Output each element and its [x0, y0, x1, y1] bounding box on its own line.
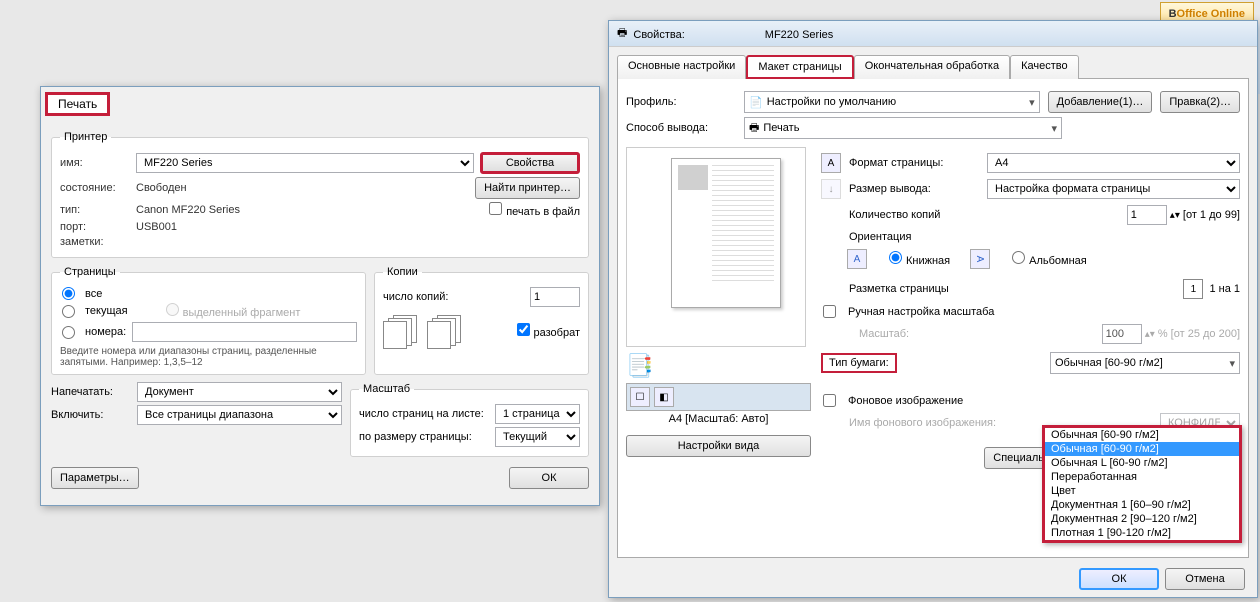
- orientation-portrait[interactable]: [889, 251, 902, 264]
- pages-all-radio[interactable]: [62, 287, 75, 300]
- pages-group: Страницы все текущая выделенный фрагмент…: [51, 266, 366, 375]
- output-size-select[interactable]: Настройка формата страницы: [987, 179, 1240, 199]
- document-icon: 📄: [749, 96, 763, 109]
- paper-option[interactable]: Обычная L [60-90 г/м2]: [1045, 456, 1239, 470]
- properties-titlebar: 🖶 Свойства: MF220 Series: [609, 21, 1257, 47]
- print-to-file-checkbox[interactable]: [489, 202, 502, 215]
- manual-scale-checkbox[interactable]: [823, 305, 836, 318]
- printer-icon: 🖶: [617, 24, 627, 43]
- copies-input[interactable]: [530, 287, 580, 307]
- include-select[interactable]: Все страницы диапазона: [137, 405, 342, 425]
- fit-to-page[interactable]: Текущий: [495, 427, 580, 447]
- props-cancel-button[interactable]: Отмена: [1165, 568, 1245, 590]
- properties-button[interactable]: Свойства: [480, 152, 580, 174]
- pages-numbers-radio[interactable]: [62, 326, 75, 339]
- portrait-icon: A: [847, 249, 867, 269]
- page-preview: [626, 147, 806, 347]
- pages-per-sheet[interactable]: 1 страница: [495, 404, 580, 424]
- tab-quality[interactable]: Качество: [1010, 55, 1079, 79]
- edit-profile-button[interactable]: Правка(2)…: [1160, 91, 1240, 113]
- paper-option[interactable]: Переработанная: [1045, 470, 1239, 484]
- print-dialog: Принтер имя: MF220 Series Свойства состо…: [40, 86, 600, 506]
- tab-page-layout[interactable]: Макет страницы: [746, 55, 853, 79]
- collate-icon-2: [427, 315, 465, 347]
- view-settings-button[interactable]: Настройки вида: [626, 435, 811, 457]
- page-stack-icon: 📑: [626, 353, 653, 379]
- output-method-select[interactable]: 🖶 Печать▾: [744, 117, 1062, 139]
- paper-option[interactable]: Документная 2 [90–120 г/м2]: [1045, 512, 1239, 526]
- printer-name-select[interactable]: MF220 Series: [136, 153, 474, 173]
- printer-small-icon: 🖶: [749, 119, 759, 138]
- scale-group: Масштаб число страниц на листе:1 страниц…: [350, 383, 589, 457]
- props-ok-button[interactable]: ОК: [1079, 568, 1159, 590]
- pages-numbers-input[interactable]: [132, 322, 357, 342]
- parameters-button[interactable]: Параметры…: [51, 467, 139, 489]
- paper-type-label: Тип бумаги:: [821, 353, 897, 373]
- profile-select[interactable]: 📄 Настройки по умолчанию▾: [744, 91, 1040, 113]
- print-what-select[interactable]: Документ: [137, 382, 342, 402]
- arrow-down-icon: ↓: [821, 179, 841, 199]
- copies-group: Копии число копий: разобрат: [374, 266, 589, 375]
- print-dialog-title: Печать: [45, 92, 110, 116]
- paper-type-select[interactable]: Обычная [60-90 г/м2]▾: [1050, 352, 1240, 374]
- paper-option[interactable]: Обычная [60-90 г/м2]: [1045, 442, 1239, 456]
- paper-option[interactable]: Обычная [60-90 г/м2]: [1045, 428, 1239, 442]
- printer-group: Принтер имя: MF220 Series Свойства состо…: [51, 131, 589, 258]
- pages-current-radio[interactable]: [62, 305, 75, 318]
- add-profile-button[interactable]: Добавление(1)…: [1048, 91, 1153, 113]
- paper-option[interactable]: Цвет: [1045, 484, 1239, 498]
- landscape-icon: A: [970, 249, 990, 269]
- background-image-checkbox[interactable]: [823, 394, 836, 407]
- print-ok-button[interactable]: ОК: [509, 467, 589, 489]
- tab-finishing[interactable]: Окончательная обработка: [854, 55, 1010, 79]
- find-printer-button[interactable]: Найти принтер…: [475, 177, 580, 199]
- tab-basic[interactable]: Основные настройки: [617, 55, 746, 79]
- copies-spinner[interactable]: [1127, 205, 1167, 225]
- paper-option[interactable]: Плотная 1 [90-120 г/м2]: [1045, 526, 1239, 540]
- collate-checkbox[interactable]: [517, 323, 530, 336]
- page-format-icon: A: [821, 153, 841, 173]
- paper-type-dropdown-list[interactable]: Обычная [60-90 г/м2] Обычная [60-90 г/м2…: [1042, 425, 1242, 543]
- printer-name-label: имя:: [60, 157, 130, 169]
- view-icon-2[interactable]: ◧: [654, 387, 674, 407]
- paper-option[interactable]: Документная 1 [60–90 г/м2]: [1045, 498, 1239, 512]
- view-icon-1[interactable]: ☐: [630, 387, 650, 407]
- page-format-select[interactable]: A4: [987, 153, 1240, 173]
- orientation-landscape[interactable]: [1012, 251, 1025, 264]
- collate-icon: [383, 315, 421, 347]
- layout-1-icon: 1: [1183, 279, 1203, 299]
